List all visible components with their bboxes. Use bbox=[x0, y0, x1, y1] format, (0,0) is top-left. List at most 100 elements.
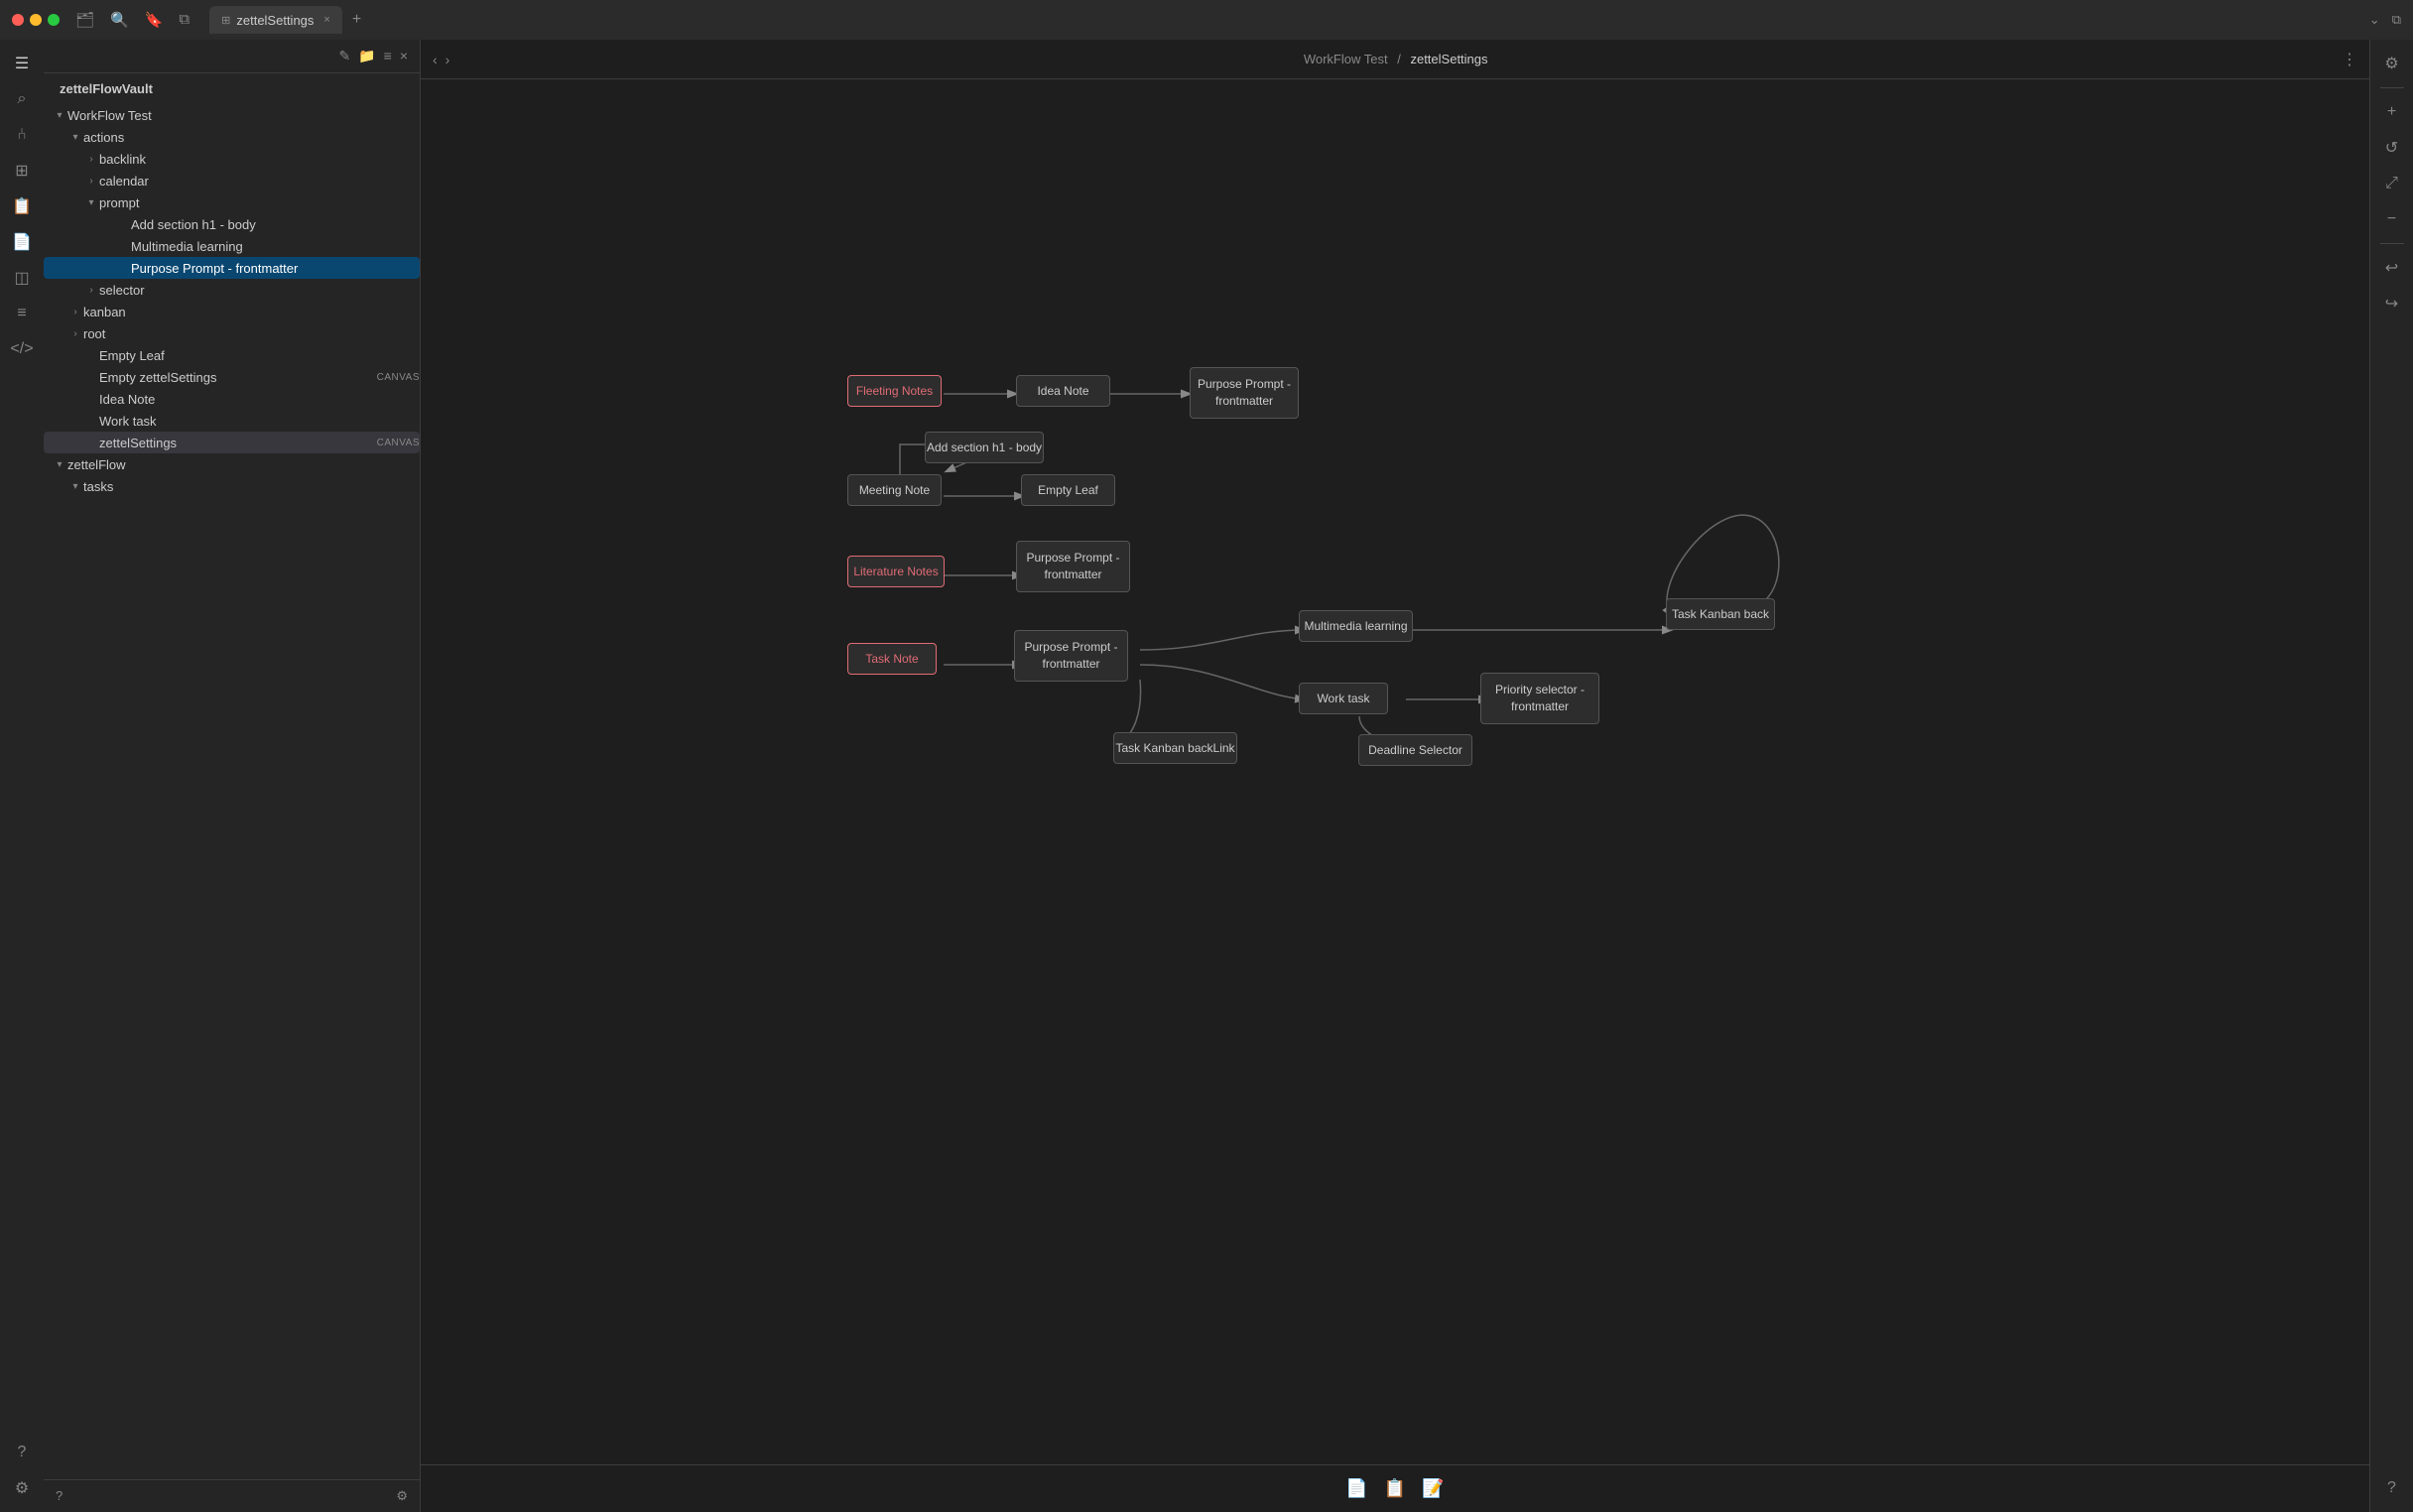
arrow-root bbox=[67, 325, 83, 341]
canvas-node-idea-note[interactable]: Idea Note bbox=[1016, 375, 1110, 407]
folder-icon[interactable]: 🗂 bbox=[75, 11, 94, 29]
activity-code[interactable]: </> bbox=[6, 333, 38, 365]
help-panel-icon[interactable]: ? bbox=[2376, 1472, 2408, 1504]
sidebar-item-idea-note[interactable]: Idea Note bbox=[44, 388, 420, 410]
canvas-node-empty-leaf[interactable]: Empty Leaf bbox=[1021, 474, 1115, 506]
canvas-node-work-task[interactable]: Work task bbox=[1299, 683, 1388, 714]
zettelsettings-tab[interactable]: ⊞ zettelSettings × bbox=[209, 6, 342, 34]
arrow-zettelflow bbox=[52, 456, 67, 472]
label-root: root bbox=[83, 326, 420, 341]
sidebar-item-selector[interactable]: selector bbox=[44, 279, 420, 301]
activity-grid[interactable]: ⊞ bbox=[6, 155, 38, 187]
canvas-node-add-section[interactable]: Add section h1 - body bbox=[925, 432, 1044, 463]
sidebar-item-empty-leaf[interactable]: Empty Leaf bbox=[44, 344, 420, 366]
canvas-node-task-kanban-back[interactable]: Task Kanban back bbox=[1666, 598, 1775, 630]
new-note-icon[interactable]: ✎ bbox=[338, 48, 350, 64]
sidebar-item-add-section[interactable]: Add section h1 - body bbox=[44, 213, 420, 235]
activity-notes[interactable]: 📄 bbox=[6, 226, 38, 258]
fullscreen-icon[interactable]: ⤢ bbox=[2376, 168, 2408, 199]
sidebar-item-kanban[interactable]: kanban bbox=[44, 301, 420, 322]
sidebar-item-multimedia[interactable]: Multimedia learning bbox=[44, 235, 420, 257]
node-label-priority-selector: Priority selector -frontmatter bbox=[1495, 682, 1585, 715]
arrow-empty-zettelsettings bbox=[83, 369, 99, 385]
new-tab-button[interactable]: + bbox=[344, 7, 369, 33]
help-icon[interactable]: ? bbox=[56, 1488, 63, 1504]
sidebar-tree: WorkFlow Test actions backlink calendar … bbox=[44, 104, 420, 1479]
sidebar-item-actions[interactable]: actions bbox=[44, 126, 420, 148]
search-icon[interactable]: 🔍 bbox=[110, 11, 129, 29]
zoom-out-icon[interactable]: − bbox=[2376, 203, 2408, 235]
canvas-node-multimedia-learning[interactable]: Multimedia learning bbox=[1299, 610, 1413, 642]
arrow-backlink bbox=[83, 151, 99, 167]
right-panel-divider bbox=[2380, 87, 2404, 88]
tab-close-button[interactable]: × bbox=[323, 14, 329, 26]
nav-back-button[interactable]: ‹ bbox=[433, 52, 438, 67]
activity-panels[interactable]: ◫ bbox=[6, 262, 38, 294]
titlebar-icons: 🗂 🔍 🔖 ⧉ bbox=[75, 11, 190, 29]
activity-settings-bottom[interactable]: ⚙ bbox=[6, 1472, 38, 1504]
sidebar-item-zettelflow[interactable]: zettelFlow bbox=[44, 453, 420, 475]
panels-icon[interactable]: ⧉ bbox=[2392, 12, 2401, 28]
arrow-selector bbox=[83, 282, 99, 298]
label-tasks: tasks bbox=[83, 479, 420, 494]
close-button[interactable] bbox=[12, 14, 24, 26]
canvas-node-priority-selector[interactable]: Priority selector -frontmatter bbox=[1480, 673, 1599, 724]
undo-icon[interactable]: ↩ bbox=[2376, 252, 2408, 284]
canvas-node-purpose-prompt-3[interactable]: Purpose Prompt -frontmatter bbox=[1014, 630, 1128, 682]
minimize-button[interactable] bbox=[30, 14, 42, 26]
activity-search[interactable]: ⌕ bbox=[6, 83, 38, 115]
sidebar-item-tasks[interactable]: tasks bbox=[44, 475, 420, 497]
arrow-kanban bbox=[67, 304, 83, 319]
canvas-node-purpose-prompt-2[interactable]: Purpose Prompt -frontmatter bbox=[1016, 541, 1130, 592]
canvas-content[interactable]: Fleeting Notes Idea Note Purpose Prompt … bbox=[421, 79, 2369, 1464]
node-label-task-kanban-backlink: Task Kanban backLink bbox=[1115, 741, 1234, 755]
zoom-in-icon[interactable]: + bbox=[2376, 96, 2408, 128]
breadcrumb-parent[interactable]: WorkFlow Test bbox=[1304, 52, 1388, 66]
canvas-node-deadline-selector[interactable]: Deadline Selector bbox=[1358, 734, 1472, 766]
sidebar-item-root[interactable]: root bbox=[44, 322, 420, 344]
canvas-new-card-icon[interactable]: 📋 bbox=[1384, 1478, 1406, 1499]
canvas-bottom-toolbar: 📄 📋 📝 bbox=[421, 1464, 2369, 1512]
sidebar-item-purpose-prompt[interactable]: Purpose Prompt - frontmatter bbox=[44, 257, 420, 279]
arrow-prompt bbox=[83, 194, 99, 210]
canvas-node-fleeting-notes[interactable]: Fleeting Notes bbox=[847, 375, 942, 407]
sort-icon[interactable]: ≡ bbox=[384, 48, 392, 64]
settings-icon[interactable]: ⚙ bbox=[396, 1488, 408, 1504]
new-folder-icon[interactable]: 📁 bbox=[358, 48, 375, 64]
canvas-node-purpose-prompt-1[interactable]: Purpose Prompt -frontmatter bbox=[1190, 367, 1299, 419]
sidebar-item-empty-zettelsettings[interactable]: Empty zettelSettings CANVAS bbox=[44, 366, 420, 388]
nav-buttons: ‹ › bbox=[433, 52, 449, 67]
activity-list[interactable]: ≡ bbox=[6, 298, 38, 329]
canvas-node-literature-notes[interactable]: Literature Notes bbox=[847, 556, 945, 587]
sidebar-item-backlink[interactable]: backlink bbox=[44, 148, 420, 170]
more-options-button[interactable]: ⋮ bbox=[2342, 50, 2357, 69]
maximize-button[interactable] bbox=[48, 14, 60, 26]
breadcrumb-current: zettelSettings bbox=[1410, 52, 1487, 66]
canvas-node-task-note[interactable]: Task Note bbox=[847, 643, 937, 675]
canvas-new-note-icon[interactable]: 📄 bbox=[1345, 1478, 1367, 1499]
redo-icon[interactable]: ↪ bbox=[2376, 288, 2408, 319]
arrow-empty-leaf bbox=[83, 347, 99, 363]
canvas-new-file-icon[interactable]: 📝 bbox=[1422, 1478, 1444, 1499]
activity-explorer[interactable]: ☰ bbox=[6, 48, 38, 79]
sidebar-item-prompt[interactable]: prompt bbox=[44, 191, 420, 213]
activity-calendar[interactable]: 📋 bbox=[6, 190, 38, 222]
sidebar-item-calendar[interactable]: calendar bbox=[44, 170, 420, 191]
activity-help-bottom[interactable]: ? bbox=[6, 1437, 38, 1468]
layout-icon[interactable]: ⧉ bbox=[179, 11, 190, 29]
label-multimedia: Multimedia learning bbox=[131, 239, 420, 254]
chevron-down-icon[interactable]: ⌄ bbox=[2369, 12, 2380, 28]
arrow-zettelsettings bbox=[83, 435, 99, 450]
sidebar-item-work-task[interactable]: Work task bbox=[44, 410, 420, 432]
refresh-icon[interactable]: ↺ bbox=[2376, 132, 2408, 164]
sidebar-item-workflow-test[interactable]: WorkFlow Test bbox=[44, 104, 420, 126]
canvas-node-meeting-note[interactable]: Meeting Note bbox=[847, 474, 942, 506]
bookmark-icon[interactable]: 🔖 bbox=[145, 11, 164, 29]
activity-git[interactable]: ⑃ bbox=[6, 119, 38, 151]
traffic-lights bbox=[12, 14, 60, 26]
nav-forward-button[interactable]: › bbox=[445, 52, 450, 67]
sidebar-item-zettelsettings[interactable]: zettelSettings CANVAS bbox=[44, 432, 420, 453]
settings-panel-icon[interactable]: ⚙ bbox=[2376, 48, 2408, 79]
canvas-node-task-kanban-backlink[interactable]: Task Kanban backLink bbox=[1113, 732, 1237, 764]
collapse-icon[interactable]: × bbox=[400, 48, 408, 64]
